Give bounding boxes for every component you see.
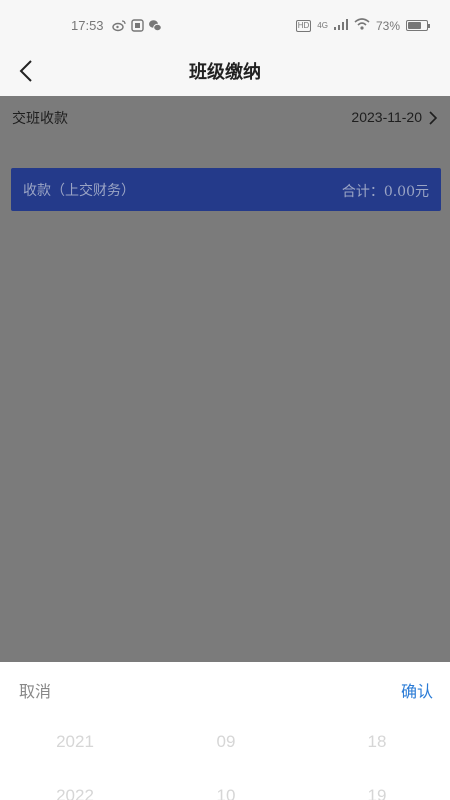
year-wheel[interactable]: 2021 2022 bbox=[0, 728, 150, 800]
year-option[interactable]: 2021 bbox=[0, 728, 150, 782]
status-right: HD 4G 73% bbox=[295, 18, 430, 33]
page-title: 班级缴纳 bbox=[189, 62, 261, 83]
battery-icon bbox=[406, 20, 430, 31]
summary-label: 收款（上交财务） bbox=[23, 183, 135, 199]
summary-total: 合计：0.00元 bbox=[341, 184, 429, 200]
network-type: 4G bbox=[317, 20, 328, 30]
wechat-icon bbox=[148, 19, 162, 32]
chevron-right-icon bbox=[428, 110, 438, 126]
day-option[interactable]: 18 bbox=[302, 728, 450, 782]
battery-nub bbox=[428, 24, 430, 28]
page-content-dimmed: 交班收款 2023-11-20 收款（上交财务） 合计：0.00元 bbox=[0, 96, 450, 662]
day-option[interactable]: 19 bbox=[302, 782, 450, 800]
date-select-row[interactable]: 交班收款 2023-11-20 bbox=[0, 96, 450, 142]
confirm-button[interactable]: 确认 bbox=[401, 678, 433, 702]
status-bar: 17:53 HD 4G 73% bbox=[0, 0, 450, 52]
hd-badge: HD bbox=[295, 19, 312, 32]
month-option[interactable]: 10 bbox=[151, 782, 301, 800]
day-wheel[interactable]: 18 19 bbox=[302, 728, 450, 800]
nav-bar: 班级缴纳 bbox=[0, 52, 450, 96]
notification-icons bbox=[112, 19, 162, 32]
signal-icon bbox=[333, 18, 348, 33]
month-wheel[interactable]: 09 10 bbox=[151, 728, 301, 800]
app-notification-icon bbox=[130, 19, 144, 32]
year-option[interactable]: 2022 bbox=[0, 782, 150, 800]
wifi-icon bbox=[354, 18, 370, 33]
month-option[interactable]: 09 bbox=[151, 728, 301, 782]
date-picker-sheet: 取消 确认 2021 2022 09 10 18 19 bbox=[0, 662, 450, 800]
row-label: 交班收款 bbox=[12, 111, 68, 127]
cancel-button[interactable]: 取消 bbox=[19, 678, 51, 702]
summary-bar: 收款（上交财务） 合计：0.00元 bbox=[11, 168, 441, 211]
battery-percent: 73% bbox=[375, 18, 400, 33]
selected-date[interactable]: 2023-11-20 bbox=[351, 109, 422, 125]
weibo-icon bbox=[112, 19, 126, 32]
battery-level bbox=[408, 22, 421, 29]
status-time: 17:53 bbox=[71, 18, 104, 33]
